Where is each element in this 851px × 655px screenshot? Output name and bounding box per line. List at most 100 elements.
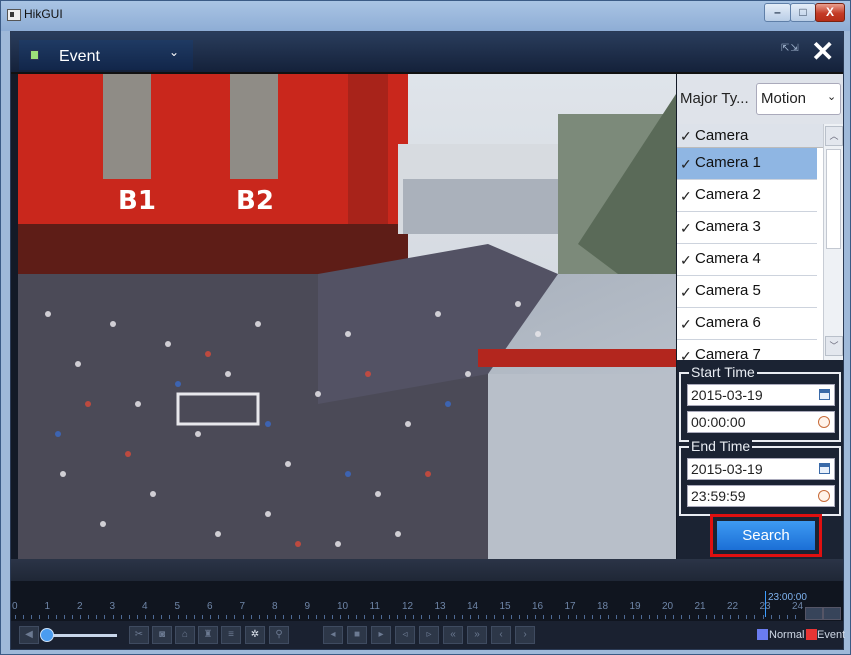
scroll-down-icon[interactable]: ﹀ <box>825 336 843 356</box>
chevron-down-icon: ⌄ <box>169 45 180 59</box>
checkbox-icon[interactable]: ✓ <box>680 188 692 205</box>
close-panel-button[interactable]: ✕ <box>811 37 834 67</box>
close-window-button[interactable]: X <box>815 3 845 22</box>
list-icon[interactable]: ≡ <box>221 626 241 644</box>
timeline-tick <box>543 615 545 619</box>
clip-icon[interactable]: ✂ <box>129 626 149 644</box>
stop-icon[interactable]: ■ <box>347 626 367 644</box>
zoom-out-icon[interactable] <box>823 607 841 620</box>
camera-label: Camera 5 <box>695 282 761 299</box>
video-preview[interactable]: B1 B2 <box>18 74 676 559</box>
timeline-tick <box>445 615 447 619</box>
legend-normal-label: Normal <box>769 629 805 641</box>
end-time-field[interactable]: 23:59:59 <box>687 485 835 507</box>
timeline-tick <box>697 615 699 619</box>
camera-list-scrollbar[interactable]: ︿ ﹀ <box>823 124 843 360</box>
timeline-tick <box>648 615 650 619</box>
prev-icon[interactable]: ‹ <box>491 626 511 644</box>
timeline-tick <box>689 615 691 619</box>
timeline-tick <box>559 615 561 619</box>
checkbox-icon[interactable]: ✓ <box>680 348 692 360</box>
lock-icon[interactable]: ♜ <box>198 626 218 644</box>
calendar-icon[interactable] <box>819 463 830 474</box>
major-type-select[interactable]: Motion ⌄ <box>756 83 841 115</box>
scroll-thumb[interactable] <box>826 149 841 249</box>
timeline-cursor[interactable] <box>765 591 766 617</box>
scroll-up-icon[interactable]: ︿ <box>825 126 843 146</box>
timeline-hour-label: 13 <box>434 601 446 612</box>
camera-row[interactable]: ✓ Camera 1 <box>677 148 817 180</box>
volume-slider[interactable] <box>53 634 117 637</box>
timeline-tick <box>746 615 748 619</box>
end-date-field[interactable]: 2015-03-19 <box>687 458 835 480</box>
timeline-tick <box>80 615 81 619</box>
next-icon[interactable]: › <box>515 626 535 644</box>
camera-row[interactable]: ✓ Camera 4 <box>677 244 817 276</box>
checkbox-icon[interactable]: ✓ <box>680 284 692 301</box>
camera-row[interactable]: ✓ Camera 2 <box>677 180 817 212</box>
checkbox-icon[interactable]: ✓ <box>680 128 692 145</box>
audio-icon[interactable]: ◀ <box>19 626 39 644</box>
minimize-button[interactable]: – <box>764 3 791 22</box>
timeline-tick <box>258 615 260 619</box>
tag-icon[interactable]: ⌂ <box>175 626 195 644</box>
zoom-icon[interactable]: ⚲ <box>269 626 289 644</box>
client-area: Event ⌄ ⇱⇲ ✕ B1 B2 Major Ty... Motion ⌄ … <box>10 31 845 650</box>
search-button[interactable]: Search <box>717 521 815 550</box>
timeline-hour-label: 18 <box>597 601 609 612</box>
skip-forward-icon[interactable]: ▹ <box>419 626 439 644</box>
timeline-tick <box>55 615 57 619</box>
camera-label: Camera 6 <box>695 314 761 331</box>
timeline-hour-label: 10 <box>337 601 349 612</box>
timeline-tick <box>23 615 25 619</box>
maximize-button[interactable]: □ <box>790 3 816 22</box>
slow-icon[interactable]: « <box>443 626 463 644</box>
reverse-icon[interactable]: ◂ <box>323 626 343 644</box>
timeline-tick <box>226 615 228 619</box>
zoom-in-icon[interactable] <box>805 607 823 620</box>
timeline-tick <box>624 615 626 619</box>
timeline-tick <box>372 615 374 619</box>
skip-back-icon[interactable]: ◃ <box>395 626 415 644</box>
timeline-hour-label: 17 <box>564 601 576 612</box>
camera-row[interactable]: ✓ Camera 5 <box>677 276 817 308</box>
camera-row[interactable]: ✓ Camera 7 <box>677 340 817 360</box>
timeline-tick <box>388 615 390 619</box>
start-date-field[interactable]: 2015-03-19 <box>687 384 835 406</box>
play-icon[interactable]: ▸ <box>371 626 391 644</box>
camera-row[interactable]: ✓ Camera 6 <box>677 308 817 340</box>
checkbox-icon[interactable]: ✓ <box>680 156 692 173</box>
timeline-tick <box>421 615 423 619</box>
timeline-tick <box>721 615 723 619</box>
volume-knob[interactable] <box>40 628 54 642</box>
camera-row[interactable]: ✓ Camera 3 <box>677 212 817 244</box>
timeline-tick <box>494 615 496 619</box>
calendar-icon[interactable] <box>819 389 830 400</box>
maximize-icon: □ <box>799 5 807 19</box>
camera-icon[interactable]: ◙ <box>152 626 172 644</box>
timeline-tick <box>429 615 431 619</box>
timeline-tick <box>177 615 179 619</box>
timeline-tick <box>616 615 618 619</box>
timeline-hour-label: 20 <box>662 601 674 612</box>
camera-label: Camera 4 <box>695 250 761 267</box>
fast-icon[interactable]: » <box>467 626 487 644</box>
timeline-tick <box>112 615 114 619</box>
timeline[interactable]: 0123456789101112131415161718192021222324… <box>11 581 843 621</box>
gear-icon[interactable]: ✲ <box>245 626 265 644</box>
timeline-tick <box>145 615 146 619</box>
clock-icon[interactable] <box>818 490 830 502</box>
fullscreen-icon[interactable]: ⇱⇲ <box>781 44 801 62</box>
timeline-tick <box>665 615 666 619</box>
checkbox-icon[interactable]: ✓ <box>680 220 692 237</box>
timeline-hour-label: 22 <box>727 601 739 612</box>
start-time-field[interactable]: 00:00:00 <box>687 411 835 433</box>
timeline-hour-label: 12 <box>402 601 414 612</box>
menu-dropdown[interactable]: Event ⌄ <box>19 40 193 70</box>
timeline-tick <box>71 615 73 619</box>
timeline-hour-label: 11 <box>369 601 380 612</box>
clock-icon[interactable] <box>818 416 830 428</box>
checkbox-icon[interactable]: ✓ <box>680 252 692 269</box>
camera-header[interactable]: ✓ Camera <box>677 124 823 148</box>
checkbox-icon[interactable]: ✓ <box>680 316 692 333</box>
